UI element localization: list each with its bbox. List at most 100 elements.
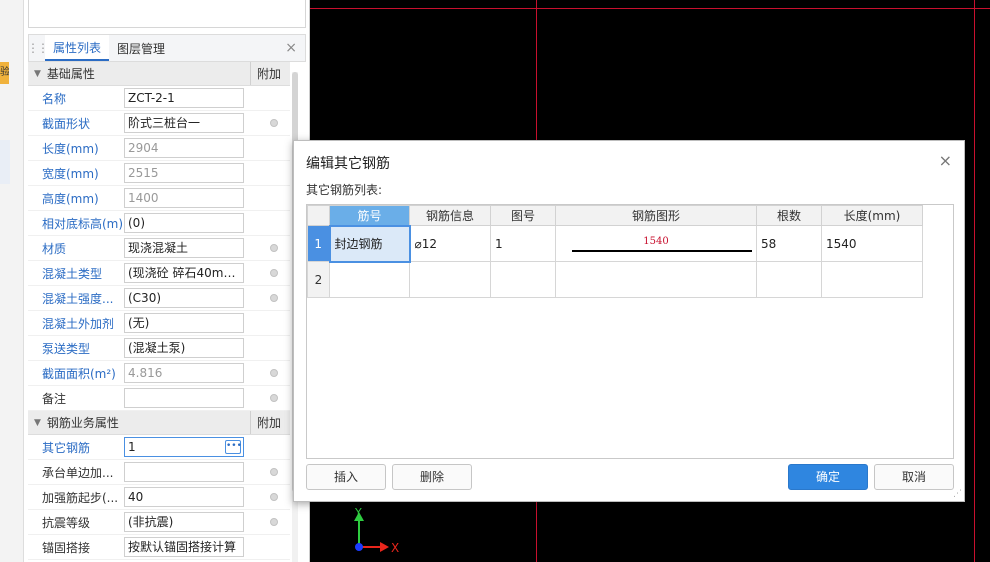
more-ellipsis-icon[interactable]: ••• — [225, 440, 242, 454]
bar-info-cell[interactable] — [409, 261, 491, 298]
property-row[interactable]: 锚固搭接 按默认锚固搭接计算 — [28, 535, 290, 560]
property-value-field[interactable]: 2904 — [124, 138, 244, 158]
property-row[interactable]: 混凝土外加剂 (无) — [28, 311, 290, 336]
property-value-field[interactable]: (C30) — [124, 288, 244, 308]
collapse-triangle-icon[interactable]: ▼ — [34, 418, 41, 428]
property-value-field[interactable]: 1400 — [124, 188, 244, 208]
bar-id-cell[interactable]: 封边钢筋 — [328, 224, 411, 263]
bar-id-cell[interactable] — [329, 261, 410, 298]
canvas-grid-line — [974, 0, 975, 562]
left-toolbar-edge: 验 — [0, 0, 24, 562]
property-row[interactable]: 高度(mm) 1400 — [28, 186, 290, 211]
length-cell[interactable]: 1540 — [821, 225, 923, 262]
collapse-triangle-icon[interactable]: ▼ — [34, 69, 41, 79]
drag-grip-icon[interactable]: ⋮⋮ — [27, 35, 49, 61]
attach-checkbox-icon[interactable] — [270, 518, 278, 526]
figure-number-cell[interactable]: 1 — [490, 225, 556, 262]
property-value-field[interactable]: (混凝土泵) — [124, 338, 244, 358]
column-header[interactable]: 图号 — [490, 205, 556, 226]
attach-cell — [244, 244, 290, 252]
count-cell[interactable] — [756, 261, 822, 298]
property-row[interactable]: 混凝土强度... (C30) — [28, 286, 290, 311]
group-header[interactable]: ▼ 钢筋业务属性 附加 — [28, 411, 290, 435]
insert-button[interactable]: 插入 — [306, 464, 386, 490]
property-label: 高度(mm) — [42, 191, 99, 206]
bar-shape-cell[interactable]: 1540 — [555, 225, 757, 262]
property-value: (混凝土泵) — [128, 341, 186, 355]
property-value-field[interactable]: 阶式三桩台一 — [124, 113, 244, 133]
property-value: 阶式三桩台一 — [128, 116, 201, 130]
attach-checkbox-icon[interactable] — [270, 119, 278, 127]
property-row[interactable]: 备注 — [28, 386, 290, 411]
bar-info-cell[interactable]: ⌀12 — [409, 225, 491, 262]
row-number[interactable]: 1 — [307, 225, 330, 262]
property-row[interactable]: 长度(mm) 2904 — [28, 136, 290, 161]
property-value: 40 — [128, 490, 144, 504]
property-row[interactable]: 材质 现浇混凝土 — [28, 236, 290, 261]
column-header[interactable]: 根数 — [756, 205, 822, 226]
resize-grip-icon[interactable]: ⋰ — [953, 489, 962, 499]
delete-button[interactable]: 删除 — [392, 464, 472, 490]
property-value-field[interactable]: 2515 — [124, 163, 244, 183]
property-row[interactable]: 宽度(mm) 2515 — [28, 161, 290, 186]
property-row[interactable]: 名称 ZCT-2-1 — [28, 86, 290, 111]
attach-checkbox-icon[interactable] — [270, 369, 278, 377]
property-value-field[interactable]: (无) — [124, 313, 244, 333]
y-axis-label: Y — [354, 506, 362, 519]
table-row[interactable]: 2 — [307, 261, 923, 298]
property-row[interactable]: 泵送类型 (混凝土泵) — [28, 336, 290, 361]
property-value-field[interactable]: (现浇砼 碎石40mm... — [124, 263, 244, 283]
close-icon[interactable]: × — [285, 40, 297, 56]
attach-checkbox-icon[interactable] — [270, 493, 278, 501]
figure-number-cell[interactable] — [490, 261, 556, 298]
tab-property-list[interactable]: 属性列表 — [45, 35, 110, 61]
attach-checkbox-icon[interactable] — [270, 269, 278, 277]
group-title-text: 基础属性 — [46, 67, 95, 81]
property-value-field[interactable]: ZCT-2-1 — [124, 88, 244, 108]
property-label: 其它钢筋 — [42, 440, 91, 455]
close-icon[interactable]: × — [939, 151, 952, 170]
property-label: 混凝土强度... — [42, 291, 114, 306]
property-value-field[interactable]: 4.816 — [124, 363, 244, 383]
edit-other-rebar-dialog: 编辑其它钢筋 × 其它钢筋列表: 筋号 钢筋信息 图号 钢筋图形 根数 长度(m… — [293, 140, 965, 502]
property-value-field[interactable] — [124, 462, 244, 482]
cancel-button[interactable]: 取消 — [874, 464, 954, 490]
shape-value: 1540 — [643, 235, 669, 247]
property-value-field[interactable]: 现浇混凝土 — [124, 238, 244, 258]
property-row[interactable]: 承台单边加... — [28, 460, 290, 485]
corner-cell — [307, 205, 330, 226]
attach-checkbox-icon[interactable] — [270, 294, 278, 302]
property-row[interactable]: 加强筋起步(... 40 — [28, 485, 290, 510]
property-value-field[interactable]: (非抗震) — [124, 512, 244, 532]
bar-shape-cell[interactable] — [555, 261, 757, 298]
length-cell[interactable] — [821, 261, 923, 298]
column-header[interactable]: 钢筋信息 — [409, 205, 491, 226]
group-title: ▼ 钢筋业务属性 — [28, 414, 250, 431]
property-value: 1400 — [128, 191, 159, 205]
edge-tab[interactable]: 验 — [0, 62, 9, 84]
property-value-field[interactable] — [124, 388, 244, 408]
ok-button[interactable]: 确定 — [788, 464, 868, 490]
table-row[interactable]: 1 封边钢筋 ⌀12 1 1540 58 1540 — [307, 224, 923, 263]
property-value: 2904 — [128, 141, 159, 155]
property-row[interactable]: 混凝土类型 (现浇砼 碎石40mm... — [28, 261, 290, 286]
count-cell[interactable]: 58 — [756, 225, 822, 262]
attach-checkbox-icon[interactable] — [270, 468, 278, 476]
property-row[interactable]: 截面形状 阶式三桩台一 — [28, 111, 290, 136]
tab-layer-management[interactable]: 图层管理 — [109, 35, 173, 61]
property-value-field[interactable]: 40 — [124, 487, 244, 507]
property-value-field[interactable]: (0) — [124, 213, 244, 233]
property-value-field[interactable]: 1 ••• — [124, 437, 244, 457]
column-header[interactable]: 筋号 — [329, 205, 410, 226]
property-row[interactable]: 其它钢筋 1 ••• — [28, 435, 290, 460]
property-row[interactable]: 截面面积(m²) 4.816 — [28, 361, 290, 386]
property-value-field[interactable]: 按默认锚固搭接计算 — [124, 537, 244, 557]
property-row[interactable]: 抗震等级 (非抗震) — [28, 510, 290, 535]
column-header[interactable]: 钢筋图形 — [555, 205, 757, 226]
attach-checkbox-icon[interactable] — [270, 394, 278, 402]
attach-checkbox-icon[interactable] — [270, 244, 278, 252]
property-row[interactable]: 相对底标高(m) (0) — [28, 211, 290, 236]
group-header[interactable]: ▼ 基础属性 附加 — [28, 62, 290, 86]
row-number[interactable]: 2 — [307, 261, 330, 298]
column-header[interactable]: 长度(mm) — [821, 205, 923, 226]
